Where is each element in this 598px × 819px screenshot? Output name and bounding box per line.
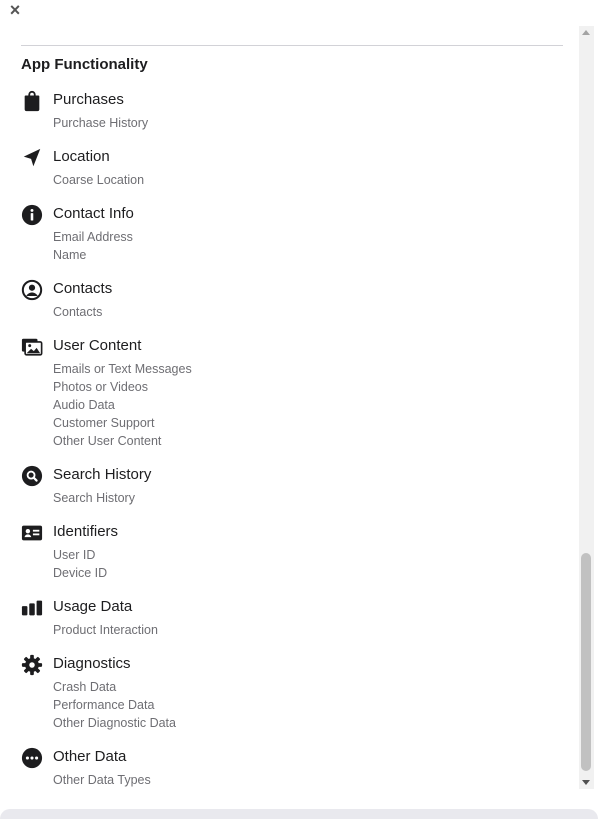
category-item: Name — [53, 248, 87, 262]
category-item: Email Address — [53, 230, 133, 244]
bottom-edge — [0, 809, 598, 819]
bar-chart-icon — [21, 597, 43, 619]
category-item: Performance Data — [53, 698, 155, 712]
category-title: Contact Info — [53, 205, 134, 222]
category-item: Search History — [53, 491, 135, 505]
close-button[interactable]: × — [4, 0, 26, 22]
vertical-scrollbar[interactable] — [579, 26, 594, 789]
category-title: Identifiers — [53, 523, 119, 540]
privacy-details-panel: App Functionality Purchases Purchase His… — [0, 26, 578, 789]
category-title: Contacts — [53, 280, 113, 297]
category-item: Other Data Types — [53, 773, 151, 787]
category-item: Other User Content — [53, 434, 162, 448]
user-circle-icon — [21, 279, 43, 301]
location-arrow-icon — [21, 147, 43, 169]
category-title: Purchases — [53, 91, 124, 108]
category-item: Emails or Text Messages — [53, 362, 192, 376]
category-title: Usage Data — [53, 598, 133, 615]
category-item: Customer Support — [53, 416, 155, 430]
category-item: Contacts — [53, 305, 103, 319]
more-circle-icon — [21, 747, 43, 769]
category-title: Location — [53, 148, 110, 165]
scroll-up-arrow[interactable] — [582, 30, 590, 35]
category-item: Other Diagnostic Data — [53, 716, 176, 730]
category-title: Diagnostics — [53, 655, 131, 672]
search-circle-icon — [21, 465, 43, 487]
category-item: Photos or Videos — [53, 380, 148, 394]
category-item: User ID — [53, 548, 96, 562]
scroll-down-arrow[interactable] — [582, 780, 590, 785]
category-title: User Content — [53, 337, 142, 354]
section-title: App Functionality — [21, 56, 148, 73]
category-item: Audio Data — [53, 398, 115, 412]
photos-icon — [21, 336, 43, 358]
category-item: Crash Data — [53, 680, 117, 694]
info-circle-icon — [21, 204, 43, 226]
category-item: Purchase History — [53, 116, 149, 130]
shopping-bag-icon — [21, 90, 43, 112]
gear-icon — [21, 654, 43, 676]
scrollbar-thumb[interactable] — [581, 553, 591, 771]
category-item: Coarse Location — [53, 173, 145, 187]
sheet-bottom — [0, 789, 598, 819]
category-item: Device ID — [53, 566, 108, 580]
category-title: Search History — [53, 466, 152, 483]
id-card-icon — [21, 522, 43, 544]
category-item: Product Interaction — [53, 623, 158, 637]
category-title: Other Data — [53, 748, 127, 765]
divider — [21, 45, 563, 46]
